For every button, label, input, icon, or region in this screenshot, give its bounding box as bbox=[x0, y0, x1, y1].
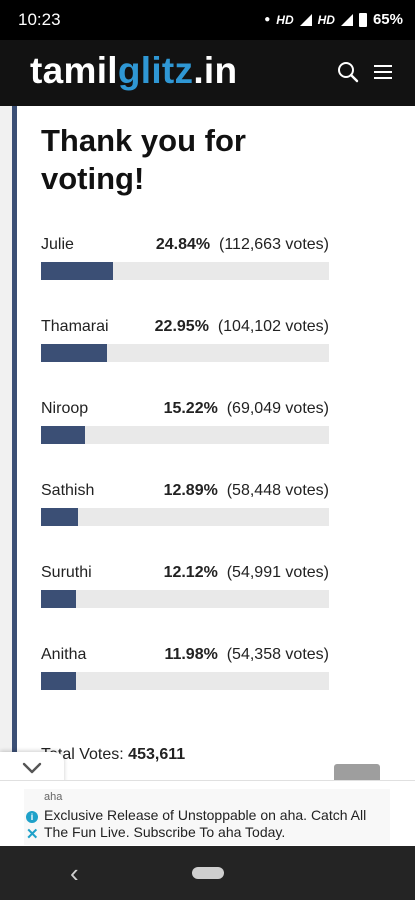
result-stat: 11.98% (54,358 votes) bbox=[164, 646, 329, 664]
result-votes: (104,102 votes) bbox=[217, 318, 329, 335]
battery-percent: 65% bbox=[372, 11, 403, 28]
result-bar-fill bbox=[41, 426, 85, 444]
result-votes: (54,358 votes) bbox=[226, 646, 329, 663]
ad-text: Exclusive Release of Unstoppable on aha.… bbox=[44, 807, 367, 840]
poll-result: Suruthi 12.12% (54,991 votes) bbox=[41, 564, 329, 614]
result-votes: (69,049 votes) bbox=[226, 400, 329, 417]
result-bar-track bbox=[41, 344, 329, 362]
result-percent: 22.95% bbox=[154, 318, 209, 335]
home-pill-icon[interactable] bbox=[192, 867, 224, 879]
logo-suffix: .in bbox=[193, 50, 238, 91]
result-bar-track bbox=[41, 508, 329, 526]
result-percent: 12.89% bbox=[163, 482, 218, 499]
result-bar-track bbox=[41, 672, 329, 690]
ad-brand: aha bbox=[44, 791, 63, 803]
result-stat: 24.84% (112,663 votes) bbox=[156, 236, 329, 254]
result-bar-fill bbox=[41, 672, 76, 690]
side-panel bbox=[361, 106, 415, 780]
signal-icon-2 bbox=[340, 13, 353, 26]
poll-title: Thank you for voting! bbox=[41, 123, 246, 196]
result-percent: 15.22% bbox=[163, 400, 218, 417]
system-nav-bar: ‹ bbox=[0, 846, 415, 900]
result-bar-track bbox=[41, 262, 329, 280]
result-bar-track bbox=[41, 426, 329, 444]
site-logo[interactable]: tamilglitz.in bbox=[30, 50, 237, 92]
result-votes: (58,448 votes) bbox=[226, 482, 329, 499]
result-stat: 15.22% (69,049 votes) bbox=[164, 400, 329, 418]
result-bar-track bbox=[41, 590, 329, 608]
result-stat: 22.95% (104,102 votes) bbox=[155, 318, 329, 336]
poll-card: Thank you for voting! Julie 24.84% (112,… bbox=[12, 106, 366, 780]
menu-icon[interactable] bbox=[372, 61, 394, 88]
result-bar-fill bbox=[41, 508, 79, 526]
notification-dot-icon: ● bbox=[264, 14, 271, 25]
result-percent: 24.84% bbox=[155, 236, 211, 253]
logo-accent: glitz bbox=[117, 50, 194, 91]
result-stat: 12.89% (58,448 votes) bbox=[164, 482, 329, 500]
candidate-name: Thamarai bbox=[41, 318, 109, 335]
poll-result: Thamarai 22.95% (104,102 votes) bbox=[41, 318, 329, 368]
candidate-name: Sathish bbox=[41, 482, 95, 499]
poll-result: Niroop 15.22% (69,049 votes) bbox=[41, 400, 329, 450]
battery-icon bbox=[358, 12, 367, 27]
poll-result: Anitha 11.98% (54,358 votes) bbox=[41, 646, 329, 696]
poll-result: Sathish 12.89% (58,448 votes) bbox=[41, 482, 329, 532]
result-bar-fill bbox=[41, 590, 76, 608]
result-votes: (112,663 votes) bbox=[219, 236, 329, 253]
candidate-name: Suruthi bbox=[41, 564, 92, 581]
status-time: 10:23 bbox=[18, 10, 61, 29]
status-icons: ● HD HD 65% bbox=[264, 11, 403, 28]
signal-icon bbox=[299, 13, 312, 26]
result-stat: 12.12% (54,991 votes) bbox=[164, 564, 329, 582]
result-percent: 12.12% bbox=[163, 564, 218, 581]
result-votes: (54,991 votes) bbox=[226, 564, 329, 581]
candidate-name: Niroop bbox=[41, 400, 89, 417]
poll-result: Julie 24.84% (112,663 votes) bbox=[41, 236, 329, 286]
result-percent: 11.98% bbox=[164, 646, 218, 663]
ad-close-icon[interactable]: ✕ bbox=[26, 825, 39, 843]
logo-prefix: tamil bbox=[30, 50, 118, 91]
candidate-name: Anitha bbox=[41, 646, 87, 663]
candidate-name: Julie bbox=[41, 236, 74, 253]
ad-content[interactable]: i ✕ aha Exclusive Release of Unstoppable… bbox=[24, 789, 390, 845]
site-header: tamilglitz.in bbox=[0, 40, 415, 106]
back-icon[interactable]: ‹ bbox=[70, 858, 79, 889]
network-type-label-2: HD bbox=[317, 12, 335, 27]
ad-banner[interactable]: i ✕ aha Exclusive Release of Unstoppable… bbox=[0, 780, 415, 847]
network-type-label: HD bbox=[276, 12, 294, 27]
result-bar-fill bbox=[41, 262, 113, 280]
result-bar-fill bbox=[41, 344, 108, 362]
total-votes-value: 453,611 bbox=[128, 746, 186, 763]
page-content: Thank you for voting! Julie 24.84% (112,… bbox=[0, 106, 415, 780]
search-icon[interactable] bbox=[337, 61, 359, 88]
status-bar: 10:23 ● HD HD 65% bbox=[0, 0, 415, 40]
ad-info-icon[interactable]: i bbox=[26, 811, 38, 823]
